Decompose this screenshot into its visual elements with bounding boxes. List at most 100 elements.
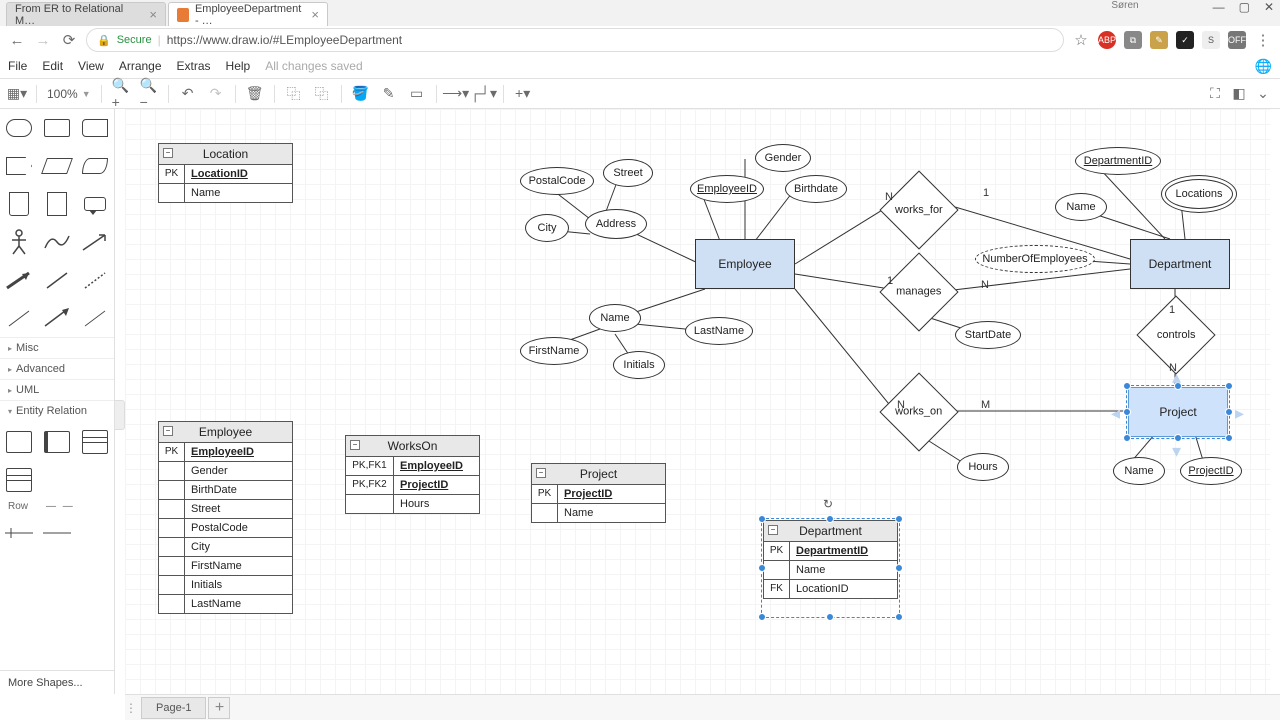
attr-firstname[interactable]: FirstName <box>520 337 588 365</box>
shadow-icon[interactable]: ▭ <box>408 85 426 103</box>
menu-view[interactable]: View <box>78 59 104 73</box>
shape-stencil[interactable] <box>40 225 74 259</box>
attr-projectid[interactable]: ProjectID <box>1180 457 1242 485</box>
table-row[interactable]: Street <box>159 499 292 518</box>
shape-stencil[interactable] <box>40 149 74 183</box>
shape-stencil[interactable] <box>2 187 36 221</box>
attr-name-proj[interactable]: Name <box>1113 457 1165 485</box>
attr-locations[interactable]: Locations <box>1165 179 1233 209</box>
minimize-icon[interactable]: — <box>1213 0 1225 14</box>
attr-name-emp[interactable]: Name <box>589 304 641 332</box>
table-row[interactable]: Hours <box>346 494 479 513</box>
collapse-icon[interactable]: ⌄ <box>1254 85 1272 103</box>
extension-icon[interactable]: ✓ <box>1176 31 1194 49</box>
connection-icon[interactable]: ⟶▾ <box>447 85 465 103</box>
close-icon[interactable]: × <box>149 7 157 22</box>
collapse-icon[interactable]: − <box>163 148 173 158</box>
row-label[interactable]: Row <box>8 501 28 512</box>
shape-stencil[interactable] <box>2 225 36 259</box>
collapse-icon[interactable]: − <box>536 468 546 478</box>
table-department[interactable]: −Department PKDepartmentIDNameFKLocation… <box>763 520 898 599</box>
table-row[interactable]: PKLocationID <box>159 165 292 183</box>
attr-startdate[interactable]: StartDate <box>955 321 1021 349</box>
more-shapes-button[interactable]: More Shapes... <box>0 670 114 694</box>
table-row[interactable]: FirstName <box>159 556 292 575</box>
menu-icon[interactable]: ⋮ <box>1254 31 1272 49</box>
zoom-in-icon[interactable]: 🔍+ <box>112 85 130 103</box>
sidebar-section-uml[interactable]: ▸UML <box>0 379 114 400</box>
table-employee[interactable]: −Employee PKEmployeeIDGenderBirthDateStr… <box>158 421 293 614</box>
extension-icon[interactable]: OFF <box>1228 31 1246 49</box>
delete-icon[interactable]: 🗑 <box>246 85 264 103</box>
fullscreen-icon[interactable]: ⛶ <box>1206 85 1224 103</box>
table-location[interactable]: −Location PKLocationIDName <box>158 143 293 203</box>
extension-icon[interactable]: S <box>1202 31 1220 49</box>
sidebar-section-misc[interactable]: ▸Misc <box>0 337 114 358</box>
attr-birthdate[interactable]: Birthdate <box>785 175 847 203</box>
page-tab[interactable]: Page-1 <box>141 697 206 719</box>
shape-stencil[interactable] <box>78 187 112 221</box>
menu-help[interactable]: Help <box>226 59 251 73</box>
shape-stencil[interactable] <box>78 111 112 145</box>
connect-arrow-icon[interactable]: ▴ <box>1172 367 1181 388</box>
menu-extras[interactable]: Extras <box>177 59 211 73</box>
table-row[interactable]: Name <box>159 183 292 202</box>
table-row[interactable]: PostalCode <box>159 518 292 537</box>
table-row[interactable]: Initials <box>159 575 292 594</box>
table-row[interactable]: Name <box>764 560 897 579</box>
zoom-out-icon[interactable]: 🔍− <box>140 85 158 103</box>
pages-menu-icon[interactable]: ⋮⋮ <box>125 701 139 715</box>
shape-stencil[interactable] <box>40 301 74 335</box>
attr-postalcode[interactable]: PostalCode <box>520 167 594 195</box>
table-row[interactable]: PKDepartmentID <box>764 542 897 560</box>
entity-employee[interactable]: Employee <box>695 239 795 289</box>
table-project[interactable]: −Project PKProjectIDName <box>531 463 666 523</box>
collapse-icon[interactable]: − <box>163 426 173 436</box>
attr-name-dept[interactable]: Name <box>1055 193 1107 221</box>
menu-edit[interactable]: Edit <box>42 59 63 73</box>
shape-stencil[interactable] <box>78 149 112 183</box>
rel-works-for[interactable]: works_for <box>879 170 958 249</box>
shape-stencil[interactable] <box>78 301 112 335</box>
star-icon[interactable]: ☆ <box>1072 31 1090 49</box>
add-page-button[interactable]: + <box>208 697 230 719</box>
attr-street[interactable]: Street <box>603 159 653 187</box>
table-row[interactable]: FKLocationID <box>764 579 897 598</box>
shape-stencil[interactable] <box>2 149 36 183</box>
attr-hours[interactable]: Hours <box>957 453 1009 481</box>
to-back-icon[interactable]: ⿻ <box>313 85 331 103</box>
close-window-icon[interactable]: ✕ <box>1264 0 1274 14</box>
sidebar-collapse-handle[interactable] <box>115 400 125 430</box>
fill-icon[interactable]: 🪣 <box>352 85 370 103</box>
globe-icon[interactable]: 🌐 <box>1255 58 1272 75</box>
collapse-icon[interactable]: − <box>350 440 360 450</box>
redo-icon[interactable]: ↷ <box>207 85 225 103</box>
shape-stencil[interactable] <box>2 516 36 550</box>
connect-arrow-icon[interactable]: ▸ <box>1235 403 1244 424</box>
menu-file[interactable]: File <box>8 59 27 73</box>
shape-stencil[interactable] <box>40 187 74 221</box>
rel-works-on[interactable]: works_on <box>879 372 958 451</box>
table-row[interactable]: PKEmployeeID <box>159 443 292 461</box>
rotate-icon[interactable]: ↻ <box>823 497 835 509</box>
to-front-icon[interactable]: ⿻ <box>285 85 303 103</box>
waypoint-icon[interactable]: ┌┘▾ <box>475 85 493 103</box>
table-row[interactable]: City <box>159 537 292 556</box>
back-icon[interactable]: ← <box>8 32 26 49</box>
insert-icon[interactable]: +▾ <box>514 85 532 103</box>
extension-icon[interactable]: ✎ <box>1150 31 1168 49</box>
reload-icon[interactable]: ⟳ <box>60 31 78 49</box>
browser-tab-0[interactable]: From ER to Relational M… × <box>6 2 166 26</box>
forward-icon[interactable]: → <box>34 32 52 49</box>
attr-numberofemployees[interactable]: NumberOfEmployees <box>975 245 1095 273</box>
shape-stencil[interactable] <box>2 301 36 335</box>
shape-stencil[interactable] <box>2 263 36 297</box>
attr-departmentid[interactable]: DepartmentID <box>1075 147 1161 175</box>
entity-project[interactable]: Project <box>1128 387 1228 437</box>
collapse-icon[interactable]: − <box>768 525 778 535</box>
shape-stencil[interactable] <box>78 263 112 297</box>
attr-gender[interactable]: Gender <box>755 144 811 172</box>
table-row[interactable]: PK,FK1EmployeeID <box>346 457 479 475</box>
browser-tab-1[interactable]: EmployeeDepartment - … × <box>168 2 328 26</box>
shape-stencil[interactable] <box>2 111 36 145</box>
